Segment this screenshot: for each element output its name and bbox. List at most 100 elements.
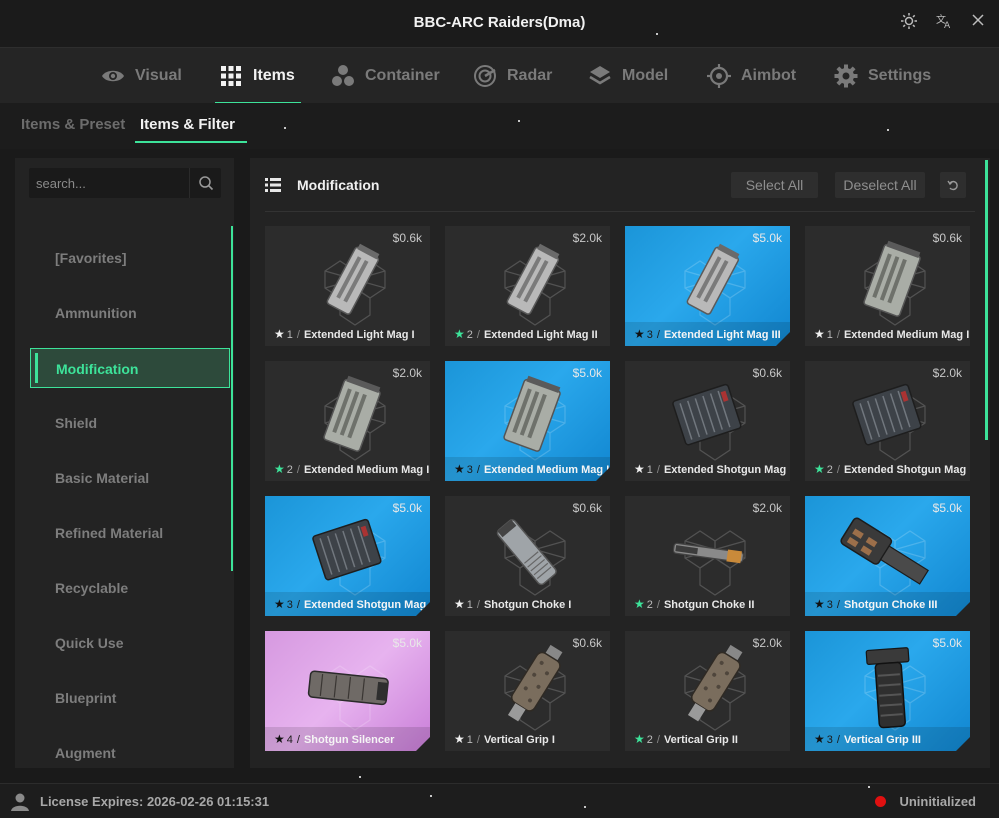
- svg-text:A: A: [944, 21, 951, 30]
- grid-icon: [221, 66, 241, 86]
- sidebar-item-basic-material[interactable]: Basic Material: [30, 458, 230, 498]
- item-footer: ★ 3/Extended Light Mag III: [625, 322, 790, 346]
- star-icon[interactable]: ★: [454, 597, 465, 611]
- item-tier: 4: [286, 734, 293, 746]
- item-footer: ★ 3/Shotgun Choke III: [805, 592, 970, 616]
- star-icon[interactable]: ★: [274, 732, 285, 746]
- item-card[interactable]: $5.0k ★ 3/Vertical Grip III: [805, 631, 970, 751]
- star-icon[interactable]: ★: [634, 597, 645, 611]
- sidebar-item-ammunition[interactable]: Ammunition: [30, 293, 230, 333]
- decorative-speck: [656, 33, 658, 35]
- sub-tabs: Items & Preset Items & Filter: [0, 103, 999, 149]
- item-card[interactable]: $0.6k ★ 1/Vertical Grip I: [445, 631, 610, 751]
- deselect-all-button[interactable]: Deselect All: [835, 172, 925, 198]
- window-title: BBC-ARC Raiders(Dma): [413, 14, 586, 31]
- item-card[interactable]: $2.0k ★ 2/Vertical Grip II: [625, 631, 790, 751]
- search-input[interactable]: [29, 168, 187, 198]
- tab-radar[interactable]: Radar: [473, 48, 552, 104]
- item-name: Shotgun Silencer: [303, 734, 395, 746]
- language-icon[interactable]: 文A: [933, 12, 955, 34]
- item-card[interactable]: $0.6k ★ 1/Extended Shotgun Mag I: [625, 361, 790, 481]
- item-card[interactable]: $0.6k ★ 1/Extended Light Mag I: [265, 226, 430, 346]
- license-expiry: License Expires: 2026-02-26 01:15:31: [40, 794, 270, 809]
- title-bar: BBC-ARC Raiders(Dma) 文A: [0, 0, 999, 47]
- item-tier: 2: [646, 734, 653, 746]
- connection-status: Uninitialized: [899, 794, 976, 809]
- select-all-button[interactable]: Select All: [731, 172, 818, 198]
- star-icon[interactable]: ★: [274, 597, 285, 611]
- star-icon[interactable]: ★: [814, 732, 825, 746]
- sidebar-item-quick-use[interactable]: Quick Use: [30, 623, 230, 663]
- star-icon[interactable]: ★: [454, 462, 465, 476]
- star-icon[interactable]: ★: [814, 462, 825, 476]
- sidebar-item-augment[interactable]: Augment: [30, 733, 230, 773]
- list-icon: [265, 178, 281, 192]
- item-tier: 3: [466, 464, 473, 476]
- separator: /: [476, 329, 480, 341]
- sidebar-item-shield[interactable]: Shield: [30, 403, 230, 443]
- sidebar-scrollbar[interactable]: [231, 226, 233, 571]
- star-icon[interactable]: ★: [814, 597, 825, 611]
- star-icon[interactable]: ★: [274, 462, 285, 476]
- separator: /: [476, 734, 480, 746]
- sidebar-item-refined-material[interactable]: Refined Material: [30, 513, 230, 553]
- item-name: Vertical Grip II: [663, 734, 738, 746]
- sidebar-item-modification[interactable]: Modification: [30, 348, 230, 388]
- star-icon[interactable]: ★: [634, 327, 645, 341]
- sidebar-item-favorites[interactable]: [Favorites]: [30, 238, 230, 278]
- sidebar-item-blueprint[interactable]: Blueprint: [30, 678, 230, 718]
- item-card[interactable]: $2.0k ★ 2/Extended Medium Mag II: [265, 361, 430, 481]
- item-name: Extended Medium Mag II: [303, 464, 430, 476]
- close-icon[interactable]: [967, 12, 989, 34]
- theme-toggle-icon[interactable]: [898, 12, 920, 34]
- item-tier: 1: [286, 329, 293, 341]
- tab-settings[interactable]: Settings: [834, 48, 931, 104]
- item-card[interactable]: $5.0k ★ 3/Extended Medium Mag III: [445, 361, 610, 481]
- item-card[interactable]: $0.6k ★ 1/Extended Medium Mag I: [805, 226, 970, 346]
- item-name: Extended Light Mag II: [483, 329, 598, 341]
- item-footer: ★ 4/Shotgun Silencer: [265, 727, 430, 751]
- cubes-icon: [332, 65, 354, 86]
- undo-button[interactable]: [940, 172, 966, 198]
- item-card[interactable]: $5.0k ★ 3/Extended Shotgun Mag III: [265, 496, 430, 616]
- items-scrollbar[interactable]: [985, 160, 988, 440]
- star-icon[interactable]: ★: [634, 732, 645, 746]
- item-name: Shotgun Choke I: [483, 599, 572, 611]
- tab-model[interactable]: Model: [588, 48, 668, 104]
- tab-container[interactable]: Container: [331, 48, 440, 104]
- star-icon[interactable]: ★: [814, 327, 825, 341]
- item-name: Shotgun Choke II: [663, 599, 755, 611]
- crosshair-icon: [707, 64, 731, 88]
- item-card[interactable]: $2.0k ★ 2/Shotgun Choke II: [625, 496, 790, 616]
- item-footer: ★ 2/Extended Shotgun Mag II: [805, 457, 970, 481]
- star-icon[interactable]: ★: [454, 732, 465, 746]
- item-name: Extended Medium Mag III: [483, 464, 610, 476]
- item-card[interactable]: $5.0k ★ 3/Extended Light Mag III: [625, 226, 790, 346]
- item-card[interactable]: $5.0k ★ 4/Shotgun Silencer: [265, 631, 430, 751]
- status-bar: License Expires: 2026-02-26 01:15:31 Uni…: [0, 783, 999, 818]
- tab-aimbot[interactable]: Aimbot: [707, 48, 796, 104]
- star-icon[interactable]: ★: [274, 327, 285, 341]
- item-card[interactable]: $2.0k ★ 2/Extended Shotgun Mag II: [805, 361, 970, 481]
- user-icon: [11, 793, 29, 811]
- star-icon[interactable]: ★: [634, 462, 645, 476]
- item-footer: ★ 3/Extended Medium Mag III: [445, 457, 610, 481]
- item-card[interactable]: $0.6k ★ 1/Shotgun Choke I: [445, 496, 610, 616]
- separator: /: [836, 599, 840, 611]
- layers-icon: [589, 66, 611, 85]
- tab-items[interactable]: Items: [215, 48, 301, 104]
- search-button[interactable]: [189, 168, 221, 198]
- separator: /: [656, 734, 660, 746]
- sidebar-item-recyclable[interactable]: Recyclable: [30, 568, 230, 608]
- star-icon[interactable]: ★: [454, 327, 465, 341]
- items-panel: Modification Select All Deselect All $0.…: [250, 158, 990, 768]
- item-price: $0.6k: [392, 231, 422, 245]
- subtab-items-filter[interactable]: Items & Filter: [140, 116, 235, 133]
- item-card[interactable]: $2.0k ★ 2/Extended Light Mag II: [445, 226, 610, 346]
- item-card[interactable]: $5.0k ★ 3/Shotgun Choke III: [805, 496, 970, 616]
- tab-visual[interactable]: Visual: [101, 48, 182, 104]
- card-corner: [416, 737, 430, 751]
- item-price: $2.0k: [572, 231, 602, 245]
- subtab-items-preset[interactable]: Items & Preset: [21, 116, 125, 133]
- item-name: Extended Shotgun Mag I: [663, 464, 790, 476]
